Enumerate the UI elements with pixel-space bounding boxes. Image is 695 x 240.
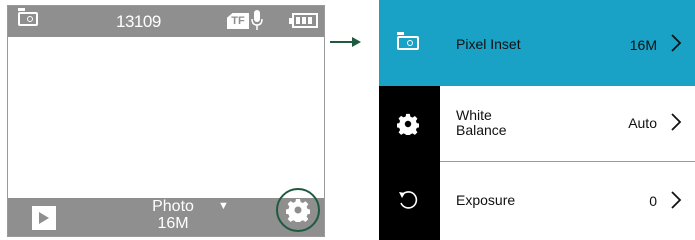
photo-mode-icon (18, 8, 38, 26)
mode-selector[interactable]: Photo 16M (128, 198, 218, 232)
gear-icon (397, 113, 419, 135)
battery-icon (289, 13, 318, 28)
menu-item-label: Pixel Inset (456, 36, 521, 52)
menu-item-pixel-inset[interactable]: Pixel Inset 16M (379, 0, 695, 86)
photo-mode-icon (397, 32, 419, 50)
settings-menu: Pixel Inset 16M White Balance Auto Expos… (379, 0, 695, 240)
menu-item-value: Auto (628, 115, 657, 131)
bottom-bar: Photo 16M ▼ (8, 188, 324, 236)
rotate-icon (399, 191, 418, 209)
camera-preview: 13109 TF Photo 16M ▼ (7, 5, 325, 237)
playback-button[interactable] (32, 206, 56, 230)
chevron-right-icon (671, 34, 682, 52)
menu-item-value: 16M (629, 37, 657, 53)
menu-item-value: 0 (649, 193, 657, 209)
shot-counter: 13109 (116, 12, 161, 31)
settings-gear-icon (286, 199, 310, 222)
mode-value: 16M (157, 215, 189, 232)
chevron-right-icon (671, 191, 682, 209)
microphone-icon (251, 10, 263, 30)
mode-label: Photo (152, 198, 194, 215)
chevron-right-icon (671, 113, 682, 131)
arrow-right-icon (330, 37, 361, 47)
status-bar: 13109 TF (8, 6, 324, 37)
menu-item-white-balance[interactable]: White Balance Auto (379, 86, 695, 162)
menu-item-exposure[interactable]: Exposure 0 (379, 162, 695, 240)
menu-item-label: Exposure (456, 192, 516, 208)
dropdown-arrow-icon[interactable]: ▼ (218, 200, 229, 212)
tf-card-icon: TF (227, 13, 249, 29)
settings-button[interactable] (276, 188, 320, 232)
menu-item-label: White Balance (456, 107, 507, 138)
play-icon (39, 212, 49, 224)
